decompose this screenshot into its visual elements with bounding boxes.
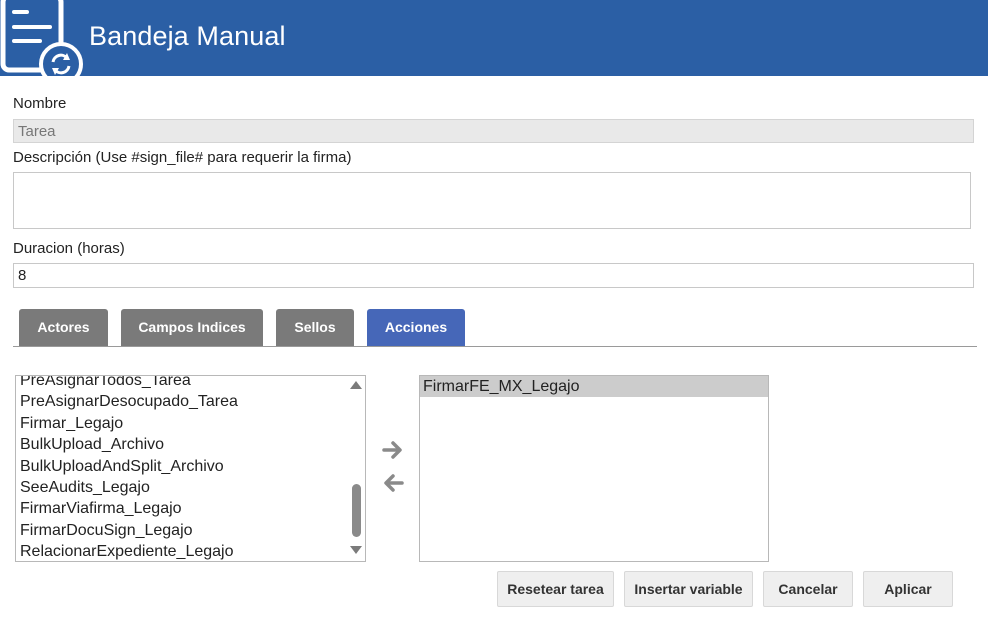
list-item[interactable]: FirmarFE_MX_Legajo xyxy=(420,376,768,397)
tab-acciones[interactable]: Acciones xyxy=(367,309,465,347)
app-header: Bandeja Manual xyxy=(0,0,988,76)
list-item[interactable]: FirmarViafirma_Legajo xyxy=(20,498,340,519)
apply-button[interactable]: Aplicar xyxy=(863,571,953,607)
duracion-field[interactable]: 8 xyxy=(13,263,974,288)
reset-task-button[interactable]: Resetear tarea xyxy=(497,571,614,607)
descripcion-field[interactable] xyxy=(13,172,971,229)
scroll-thumb[interactable] xyxy=(352,484,361,537)
list-item[interactable]: SeeAudits_Legajo xyxy=(20,477,340,498)
scroll-down-arrow-icon[interactable] xyxy=(350,546,362,554)
available-actions-list[interactable]: PreAsignarTodos_Tarea PreAsignarDesocupa… xyxy=(15,375,366,562)
scroll-up-arrow-icon[interactable] xyxy=(350,381,362,389)
page-title: Bandeja Manual xyxy=(89,21,286,51)
descripcion-label: Descripción (Use #sign_file# para requer… xyxy=(13,149,352,166)
insert-variable-button[interactable]: Insertar variable xyxy=(624,571,753,607)
nombre-label: Nombre xyxy=(13,95,67,112)
list-item[interactable]: FirmarDocuSign_Legajo xyxy=(20,520,340,541)
list-item[interactable]: PreAsignarTodos_Tarea xyxy=(20,376,340,391)
document-sync-icon xyxy=(0,0,83,76)
list-item[interactable]: Firmar_Legajo xyxy=(20,413,340,434)
list-item[interactable]: BulkUploadAndSplit_Archivo xyxy=(20,456,340,477)
arrow-right-icon[interactable] xyxy=(382,440,404,460)
tab-sellos[interactable]: Sellos xyxy=(276,309,354,347)
arrow-left-icon[interactable] xyxy=(382,473,404,493)
selected-actions-list[interactable]: FirmarFE_MX_Legajo xyxy=(419,375,769,562)
nombre-field: Tarea xyxy=(13,119,974,143)
list-item[interactable]: RelacionarExpediente_Legajo xyxy=(20,541,340,561)
list-item[interactable]: BulkUpload_Archivo xyxy=(20,434,340,455)
tab-campos-indices[interactable]: Campos Indices xyxy=(121,309,263,347)
cancel-button[interactable]: Cancelar xyxy=(763,571,853,607)
tab-actores[interactable]: Actores xyxy=(19,309,108,347)
list-item[interactable]: PreAsignarDesocupado_Tarea xyxy=(20,391,340,412)
tab-divider xyxy=(13,346,977,347)
duracion-label: Duracion (horas) xyxy=(13,240,125,257)
list-scrollbar[interactable] xyxy=(348,376,365,561)
